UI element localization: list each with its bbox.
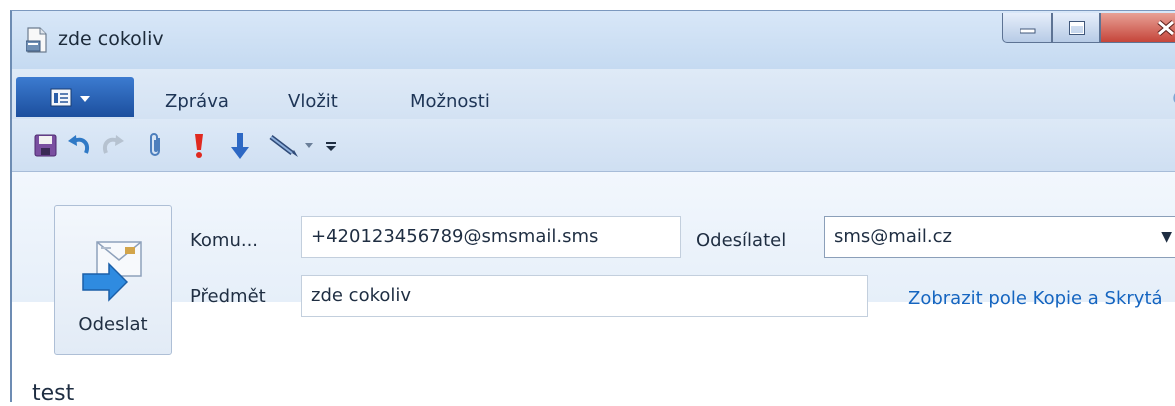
chevron-down-icon: ▼: [1161, 229, 1172, 245]
low-importance-icon[interactable]: [230, 131, 250, 159]
send-button[interactable]: Odeslat: [54, 205, 172, 355]
tab-moznosti[interactable]: Možnosti: [410, 91, 490, 112]
compose-window: zde cokoliv Zpráva Vložit Možnosti Odesl…: [10, 10, 1175, 406]
subject-label: Předmět: [190, 286, 266, 307]
message-document-icon: [26, 27, 47, 53]
minimize-icon: [1020, 28, 1036, 34]
close-button[interactable]: [1100, 13, 1175, 43]
message-header: Odeslat Komu... +420123456789@smsmail.sm…: [12, 172, 1175, 355]
to-button[interactable]: Komu...: [190, 230, 258, 251]
window-title: zde cokoliv: [58, 28, 164, 50]
to-field[interactable]: +420123456789@smsmail.sms: [301, 216, 681, 258]
help-icon[interactable]: [1170, 91, 1175, 105]
from-label: Odesílatel: [696, 230, 787, 251]
ribbon-tabs: Zpráva Vložit Možnosti: [12, 69, 1175, 119]
from-value: sms@mail.cz: [834, 226, 952, 247]
tab-vlozit[interactable]: Vložit: [288, 91, 338, 112]
message-body[interactable]: test: [32, 381, 74, 406]
screen-top-edge: [0, 0, 1175, 10]
redo-icon[interactable]: [100, 131, 126, 159]
file-menu-button[interactable]: [16, 77, 134, 117]
signature-dropdown-icon[interactable]: [302, 131, 316, 159]
quick-access-toolbar: [12, 119, 1175, 172]
maximize-icon: [1069, 21, 1085, 35]
minimize-button[interactable]: [1002, 13, 1052, 43]
high-importance-icon[interactable]: [192, 131, 206, 159]
show-cc-bcc-link[interactable]: Zobrazit pole Kopie a Skrytá: [908, 288, 1163, 309]
tab-zprava[interactable]: Zpráva: [165, 91, 229, 112]
attach-icon[interactable]: [148, 131, 164, 159]
file-menu-icon: [50, 88, 90, 107]
subject-field[interactable]: zde cokoliv: [301, 275, 868, 317]
signature-icon[interactable]: [268, 131, 300, 159]
undo-icon[interactable]: [66, 131, 92, 159]
title-bar[interactable]: zde cokoliv: [12, 11, 1175, 69]
send-icon: [82, 241, 142, 302]
customize-icon[interactable]: [324, 131, 338, 159]
save-icon[interactable]: [34, 131, 58, 159]
close-icon: [1157, 20, 1175, 36]
maximize-button[interactable]: [1052, 13, 1100, 43]
send-label: Odeslat: [78, 314, 148, 335]
from-select[interactable]: sms@mail.cz ▼: [824, 216, 1175, 258]
